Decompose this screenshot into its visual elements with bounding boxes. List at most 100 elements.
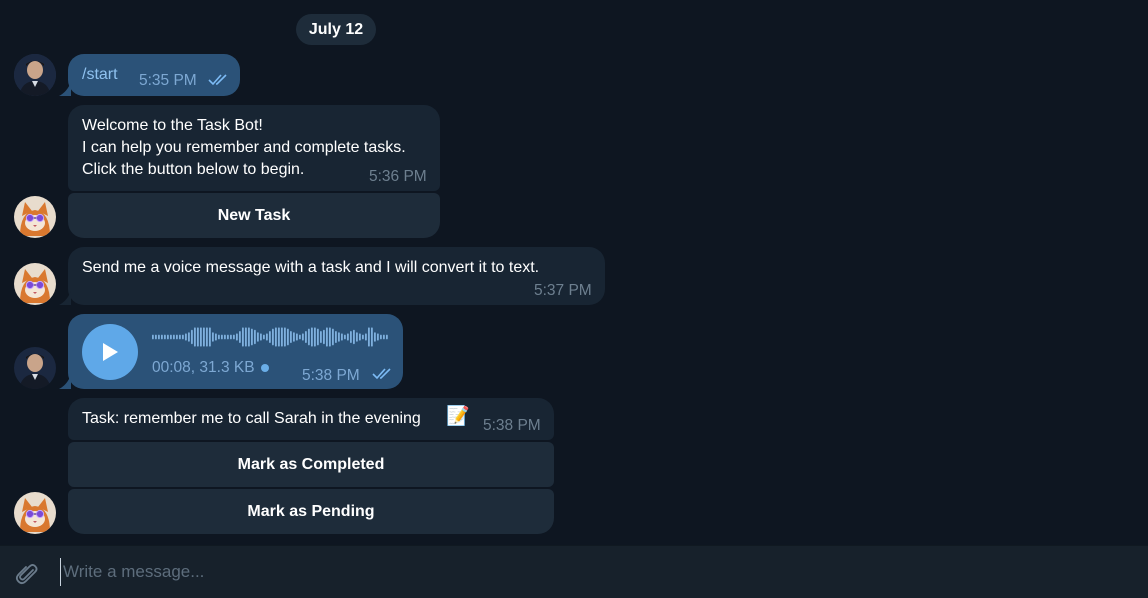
user-avatar[interactable]: [14, 347, 56, 389]
message-line: Click the button below to begin.: [82, 161, 305, 178]
waveform-bar: [368, 327, 370, 347]
play-icon: [103, 343, 118, 361]
bot-avatar[interactable]: [14, 196, 56, 238]
waveform-bar: [212, 332, 214, 342]
waveform-bar: [227, 334, 229, 340]
waveform-bar: [323, 329, 325, 345]
waveform-bar: [299, 334, 301, 340]
waveform-bar: [164, 334, 166, 340]
waveform-bar: [251, 328, 253, 346]
waveform-bar: [281, 327, 283, 347]
waveform-bar: [374, 332, 376, 342]
waveform-bar: [254, 329, 256, 345]
waveform-bar: [176, 334, 178, 340]
waveform-bar: [383, 334, 385, 340]
waveform-bar: [350, 331, 352, 343]
mark-as-pending-button[interactable]: Mark as Pending: [68, 489, 554, 534]
waveform-bar: [272, 328, 274, 346]
waveform-bar: [200, 327, 202, 347]
message-input[interactable]: [60, 558, 1120, 586]
waveform-bar: [236, 333, 238, 341]
bot-avatar[interactable]: [14, 492, 56, 534]
waveform-bar: [242, 327, 244, 347]
waveform-bar: [197, 327, 199, 347]
waveform-bar: [224, 334, 226, 340]
message-composer: [0, 545, 1148, 598]
waveform-bar: [353, 329, 355, 345]
chat-history[interactable]: July 12 /start 5:35 PM Welcome to the Ta…: [0, 0, 1148, 545]
waveform-bar: [386, 334, 388, 340]
waveform-bar: [344, 334, 346, 340]
waveform-bar: [221, 334, 223, 340]
waveform-bar: [308, 328, 310, 346]
message-line: I can help you remember and complete tas…: [82, 139, 406, 156]
play-button[interactable]: [82, 324, 138, 380]
unread-dot-icon: [261, 364, 269, 372]
waveform-bar: [263, 334, 265, 340]
waveform-bar: [347, 333, 349, 341]
double-check-icon: [208, 74, 227, 86]
waveform-bar: [239, 331, 241, 343]
waveform-bar: [329, 327, 331, 347]
waveform-bar: [170, 334, 172, 340]
waveform-bar: [233, 334, 235, 340]
message-line: Welcome to the Task Bot!: [82, 117, 263, 134]
new-task-button[interactable]: New Task: [68, 193, 440, 238]
paperclip-icon[interactable]: [14, 561, 40, 587]
waveform-bar: [185, 333, 187, 341]
waveform-bar: [269, 331, 271, 343]
waveform-bar: [245, 327, 247, 347]
waveform-bar: [362, 334, 364, 340]
message-bubble-task[interactable]: Task: remember me to call Sarah in the e…: [68, 398, 554, 440]
voice-waveform[interactable]: [152, 326, 392, 348]
voice-message-bubble[interactable]: 00:08, 31.3 KB 5:38 PM: [68, 314, 403, 389]
message-bubble-start[interactable]: /start 5:35 PM: [68, 54, 240, 96]
waveform-bar: [332, 328, 334, 346]
waveform-bar: [290, 331, 292, 343]
waveform-bar: [275, 327, 277, 347]
waveform-bar: [155, 334, 157, 340]
waveform-bar: [284, 327, 286, 347]
mark-as-completed-button[interactable]: Mark as Completed: [68, 442, 554, 487]
waveform-bar: [158, 334, 160, 340]
waveform-bar: [230, 334, 232, 340]
waveform-bar: [179, 334, 181, 340]
waveform-bar: [182, 334, 184, 340]
waveform-bar: [341, 333, 343, 341]
message-time: 5:37 PM: [534, 282, 592, 299]
waveform-bar: [305, 331, 307, 343]
waveform-bar: [248, 327, 250, 347]
waveform-bar: [194, 327, 196, 347]
waveform-bar: [296, 333, 298, 341]
bubble-tail: [59, 291, 71, 305]
waveform-bar: [335, 331, 337, 343]
waveform-bar: [278, 327, 280, 347]
waveform-bar: [380, 334, 382, 340]
waveform-bar: [257, 332, 259, 342]
waveform-bar: [314, 327, 316, 347]
user-avatar[interactable]: [14, 54, 56, 96]
waveform-bar: [338, 332, 340, 342]
waveform-bar: [287, 328, 289, 346]
waveform-bar: [191, 329, 193, 345]
waveform-bar: [356, 332, 358, 342]
message-bubble-instruction[interactable]: Send me a voice message with a task and …: [68, 247, 605, 305]
waveform-bar: [302, 333, 304, 341]
waveform-bar: [173, 334, 175, 340]
waveform-bar: [218, 334, 220, 340]
command-text[interactable]: /start: [82, 64, 118, 86]
message-time: 5:35 PM: [139, 72, 197, 89]
message-bubble-welcome[interactable]: Welcome to the Task Bot! I can help you …: [68, 105, 440, 191]
waveform-bar: [377, 333, 379, 341]
message-time: 5:38 PM: [302, 367, 360, 384]
waveform-bar: [293, 332, 295, 342]
waveform-bar: [167, 334, 169, 340]
waveform-bar: [260, 333, 262, 341]
date-divider: July 12: [296, 14, 376, 45]
waveform-bar: [152, 334, 154, 340]
waveform-bar: [317, 328, 319, 346]
waveform-bar: [266, 333, 268, 341]
waveform-bar: [371, 327, 373, 347]
waveform-bar: [203, 327, 205, 347]
bot-avatar[interactable]: [14, 263, 56, 305]
